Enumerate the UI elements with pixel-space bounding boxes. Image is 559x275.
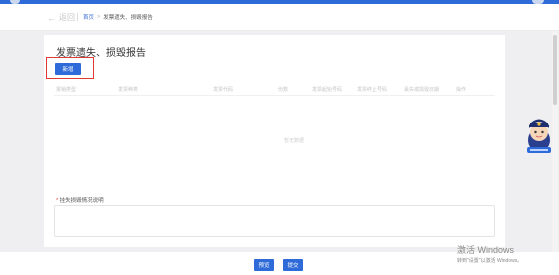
back-button[interactable]: ← 返回 [47, 12, 75, 23]
watermark-title: 激活 Windows [457, 245, 515, 255]
report-card: 发票遗失、损毁报告 新增 报销类型 发票种类 发票代码 份数 发票起始号码 发票… [44, 35, 505, 247]
empty-state-text: 暂无数据 [284, 138, 305, 144]
breadcrumb-current: 发票遗失、损毁报告 [103, 15, 153, 21]
windows-activation-watermark: 激活 Windows 转到"设置"以激活 Windows。 [457, 243, 522, 264]
breadcrumb-separator: > [97, 14, 101, 20]
table-header: 报销类型 发票种类 发票代码 份数 发票起始号码 发票终止号码 丢失或损毁日期 … [54, 82, 495, 96]
submit-button[interactable]: 提交 [283, 259, 303, 271]
assistant-avatar-icon[interactable] [524, 112, 554, 158]
column-header: 丢失或损毁日期 [404, 87, 440, 93]
preview-button[interactable]: 预览 [254, 259, 274, 271]
scrollbar-thumb[interactable] [553, 35, 557, 105]
required-mark: * [56, 198, 59, 204]
breadcrumb-bar: ← 返回 首页 > 发票遗失、损毁报告 [0, 4, 559, 31]
column-header: 份数 [278, 87, 289, 93]
column-header: 操作 [456, 87, 467, 93]
watermark-subtitle: 转到"设置"以激活 Windows。 [457, 258, 523, 264]
reason-label: * 挂失损毁情况说明 [56, 196, 104, 204]
column-header: 发票终止号码 [357, 87, 388, 93]
column-header: 发票代码 [213, 87, 234, 93]
arrow-left-icon: ← [47, 12, 56, 23]
reason-textarea[interactable] [54, 205, 495, 237]
column-header: 发票种类 [118, 87, 139, 93]
breadcrumb: 首页 > 发票遗失、损毁报告 [83, 13, 153, 21]
column-header: 发票起始号码 [312, 87, 343, 93]
add-button[interactable]: 新增 [55, 63, 81, 75]
breadcrumb-home-link[interactable]: 首页 [83, 13, 94, 21]
back-label: 返回 [59, 13, 75, 22]
reason-label-text: 挂失损毁情况说明 [59, 198, 104, 204]
breadcrumb-divider [77, 13, 78, 21]
column-header: 报销类型 [56, 87, 77, 93]
